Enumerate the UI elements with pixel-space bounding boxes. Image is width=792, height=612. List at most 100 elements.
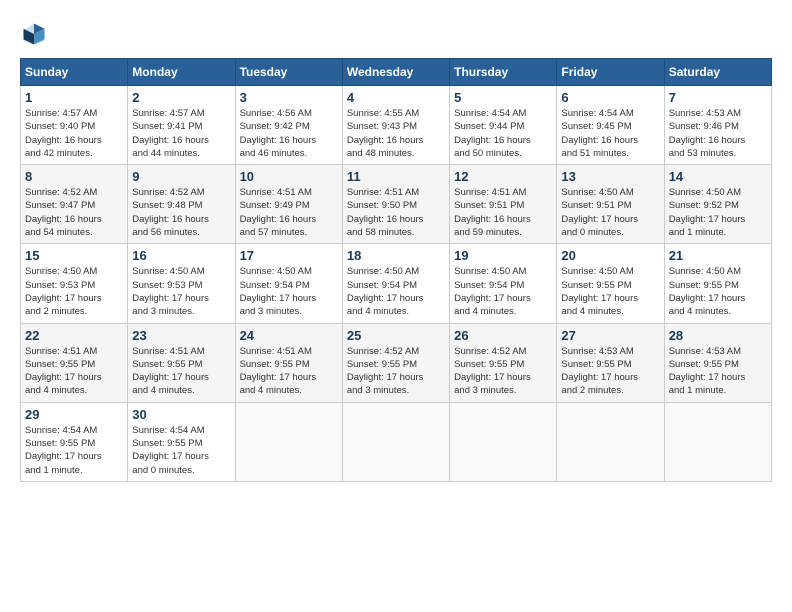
- calendar-cell: 30 Sunrise: 4:54 AM Sunset: 9:55 PM Dayli…: [128, 402, 235, 481]
- day-number: 24: [240, 328, 338, 343]
- day-number: 3: [240, 90, 338, 105]
- calendar-table: SundayMondayTuesdayWednesdayThursdayFrid…: [20, 58, 772, 482]
- calendar-cell: 12Sunrise: 4:51 AM Sunset: 9:51 PM Dayli…: [450, 165, 557, 244]
- day-number: 10: [240, 169, 338, 184]
- day-info: Sunrise: 4:57 AM Sunset: 9:41 PM Dayligh…: [132, 107, 230, 160]
- weekday-header-thursday: Thursday: [450, 59, 557, 86]
- calendar-cell: [342, 402, 449, 481]
- day-info: Sunrise: 4:51 AM Sunset: 9:50 PM Dayligh…: [347, 186, 445, 239]
- calendar-cell: 25 Sunrise: 4:52 AM Sunset: 9:55 PM Dayli…: [342, 323, 449, 402]
- calendar-cell: 3Sunrise: 4:56 AM Sunset: 9:42 PM Daylig…: [235, 86, 342, 165]
- day-number: 23: [132, 328, 230, 343]
- day-number: 4: [347, 90, 445, 105]
- day-number: 5: [454, 90, 552, 105]
- day-number: 8: [25, 169, 123, 184]
- day-number: 11: [347, 169, 445, 184]
- calendar-cell: 14 Sunrise: 4:50 AM Sunset: 9:52 PM Dayli…: [664, 165, 771, 244]
- day-info: Sunrise: 4:50 AM Sunset: 9:54 PM Dayligh…: [240, 265, 338, 318]
- day-number: 21: [669, 248, 767, 263]
- calendar-cell: 19 Sunrise: 4:50 AM Sunset: 9:54 PM Dayli…: [450, 244, 557, 323]
- calendar-week-5: 29Sunrise: 4:54 AM Sunset: 9:55 PM Dayli…: [21, 402, 772, 481]
- day-info: Sunrise: 4:51 AM Sunset: 9:49 PM Dayligh…: [240, 186, 338, 239]
- day-info: Sunrise: 4:51 AM Sunset: 9:55 PM Dayligh…: [25, 345, 123, 398]
- calendar-body: 1 Sunrise: 4:57 AM Sunset: 9:40 PM Daylig…: [21, 86, 772, 482]
- logo-icon: [20, 20, 48, 48]
- calendar-week-2: 8 Sunrise: 4:52 AM Sunset: 9:47 PM Daylig…: [21, 165, 772, 244]
- day-number: 20: [561, 248, 659, 263]
- day-info: Sunrise: 4:51 AM Sunset: 9:51 PM Dayligh…: [454, 186, 552, 239]
- day-number: 26: [454, 328, 552, 343]
- day-number: 7: [669, 90, 767, 105]
- calendar-cell: 20 Sunrise: 4:50 AM Sunset: 9:55 PM Dayli…: [557, 244, 664, 323]
- day-info: Sunrise: 4:55 AM Sunset: 9:43 PM Dayligh…: [347, 107, 445, 160]
- calendar-cell: 10 Sunrise: 4:51 AM Sunset: 9:49 PM Dayli…: [235, 165, 342, 244]
- calendar-cell: 21Sunrise: 4:50 AM Sunset: 9:55 PM Dayli…: [664, 244, 771, 323]
- day-info: Sunrise: 4:54 AM Sunset: 9:55 PM Dayligh…: [132, 424, 230, 477]
- calendar-cell: [557, 402, 664, 481]
- calendar-cell: 29Sunrise: 4:54 AM Sunset: 9:55 PM Dayli…: [21, 402, 128, 481]
- calendar-cell: 2 Sunrise: 4:57 AM Sunset: 9:41 PM Daylig…: [128, 86, 235, 165]
- calendar-cell: 9 Sunrise: 4:52 AM Sunset: 9:48 PM Daylig…: [128, 165, 235, 244]
- calendar-cell: 11 Sunrise: 4:51 AM Sunset: 9:50 PM Dayli…: [342, 165, 449, 244]
- day-info: Sunrise: 4:50 AM Sunset: 9:53 PM Dayligh…: [25, 265, 123, 318]
- day-info: Sunrise: 4:53 AM Sunset: 9:55 PM Dayligh…: [561, 345, 659, 398]
- day-info: Sunrise: 4:53 AM Sunset: 9:46 PM Dayligh…: [669, 107, 767, 160]
- day-info: Sunrise: 4:51 AM Sunset: 9:55 PM Dayligh…: [240, 345, 338, 398]
- day-info: Sunrise: 4:52 AM Sunset: 9:55 PM Dayligh…: [347, 345, 445, 398]
- calendar-cell: [450, 402, 557, 481]
- calendar-cell: 27 Sunrise: 4:53 AM Sunset: 9:55 PM Dayli…: [557, 323, 664, 402]
- calendar-cell: [664, 402, 771, 481]
- weekday-header-monday: Monday: [128, 59, 235, 86]
- calendar-cell: 22 Sunrise: 4:51 AM Sunset: 9:55 PM Dayli…: [21, 323, 128, 402]
- day-info: Sunrise: 4:50 AM Sunset: 9:52 PM Dayligh…: [669, 186, 767, 239]
- calendar-cell: 15 Sunrise: 4:50 AM Sunset: 9:53 PM Dayli…: [21, 244, 128, 323]
- day-number: 19: [454, 248, 552, 263]
- day-info: Sunrise: 4:50 AM Sunset: 9:54 PM Dayligh…: [347, 265, 445, 318]
- calendar-cell: 18 Sunrise: 4:50 AM Sunset: 9:54 PM Dayli…: [342, 244, 449, 323]
- calendar-cell: 6Sunrise: 4:54 AM Sunset: 9:45 PM Daylig…: [557, 86, 664, 165]
- day-info: Sunrise: 4:54 AM Sunset: 9:55 PM Dayligh…: [25, 424, 123, 477]
- calendar-week-3: 15 Sunrise: 4:50 AM Sunset: 9:53 PM Dayli…: [21, 244, 772, 323]
- day-number: 16: [132, 248, 230, 263]
- day-info: Sunrise: 4:50 AM Sunset: 9:54 PM Dayligh…: [454, 265, 552, 318]
- day-info: Sunrise: 4:54 AM Sunset: 9:44 PM Dayligh…: [454, 107, 552, 160]
- day-number: 13: [561, 169, 659, 184]
- calendar-cell: 5 Sunrise: 4:54 AM Sunset: 9:44 PM Daylig…: [450, 86, 557, 165]
- day-info: Sunrise: 4:52 AM Sunset: 9:48 PM Dayligh…: [132, 186, 230, 239]
- calendar-cell: 28 Sunrise: 4:53 AM Sunset: 9:55 PM Dayli…: [664, 323, 771, 402]
- weekday-header-tuesday: Tuesday: [235, 59, 342, 86]
- calendar-cell: [235, 402, 342, 481]
- day-number: 27: [561, 328, 659, 343]
- day-number: 22: [25, 328, 123, 343]
- weekday-header-friday: Friday: [557, 59, 664, 86]
- day-number: 9: [132, 169, 230, 184]
- day-number: 30: [132, 407, 230, 422]
- day-info: Sunrise: 4:50 AM Sunset: 9:51 PM Dayligh…: [561, 186, 659, 239]
- weekday-header-wednesday: Wednesday: [342, 59, 449, 86]
- calendar-cell: 7 Sunrise: 4:53 AM Sunset: 9:46 PM Daylig…: [664, 86, 771, 165]
- day-number: 28: [669, 328, 767, 343]
- calendar-cell: 24 Sunrise: 4:51 AM Sunset: 9:55 PM Dayli…: [235, 323, 342, 402]
- calendar-cell: 16Sunrise: 4:50 AM Sunset: 9:53 PM Dayli…: [128, 244, 235, 323]
- day-info: Sunrise: 4:57 AM Sunset: 9:40 PM Dayligh…: [25, 107, 123, 160]
- day-number: 18: [347, 248, 445, 263]
- weekday-header-row: SundayMondayTuesdayWednesdayThursdayFrid…: [21, 59, 772, 86]
- calendar-cell: 23 Sunrise: 4:51 AM Sunset: 9:55 PM Dayli…: [128, 323, 235, 402]
- day-info: Sunrise: 4:51 AM Sunset: 9:55 PM Dayligh…: [132, 345, 230, 398]
- day-number: 1: [25, 90, 123, 105]
- calendar-week-1: 1 Sunrise: 4:57 AM Sunset: 9:40 PM Daylig…: [21, 86, 772, 165]
- calendar-week-4: 22 Sunrise: 4:51 AM Sunset: 9:55 PM Dayli…: [21, 323, 772, 402]
- day-info: Sunrise: 4:52 AM Sunset: 9:55 PM Dayligh…: [454, 345, 552, 398]
- day-info: Sunrise: 4:52 AM Sunset: 9:47 PM Dayligh…: [25, 186, 123, 239]
- calendar-cell: 1 Sunrise: 4:57 AM Sunset: 9:40 PM Daylig…: [21, 86, 128, 165]
- day-number: 14: [669, 169, 767, 184]
- day-number: 2: [132, 90, 230, 105]
- day-info: Sunrise: 4:53 AM Sunset: 9:55 PM Dayligh…: [669, 345, 767, 398]
- day-info: Sunrise: 4:50 AM Sunset: 9:55 PM Dayligh…: [561, 265, 659, 318]
- page-header: [20, 20, 772, 48]
- day-number: 25: [347, 328, 445, 343]
- day-number: 15: [25, 248, 123, 263]
- day-number: 6: [561, 90, 659, 105]
- day-number: 17: [240, 248, 338, 263]
- calendar-cell: 4 Sunrise: 4:55 AM Sunset: 9:43 PM Daylig…: [342, 86, 449, 165]
